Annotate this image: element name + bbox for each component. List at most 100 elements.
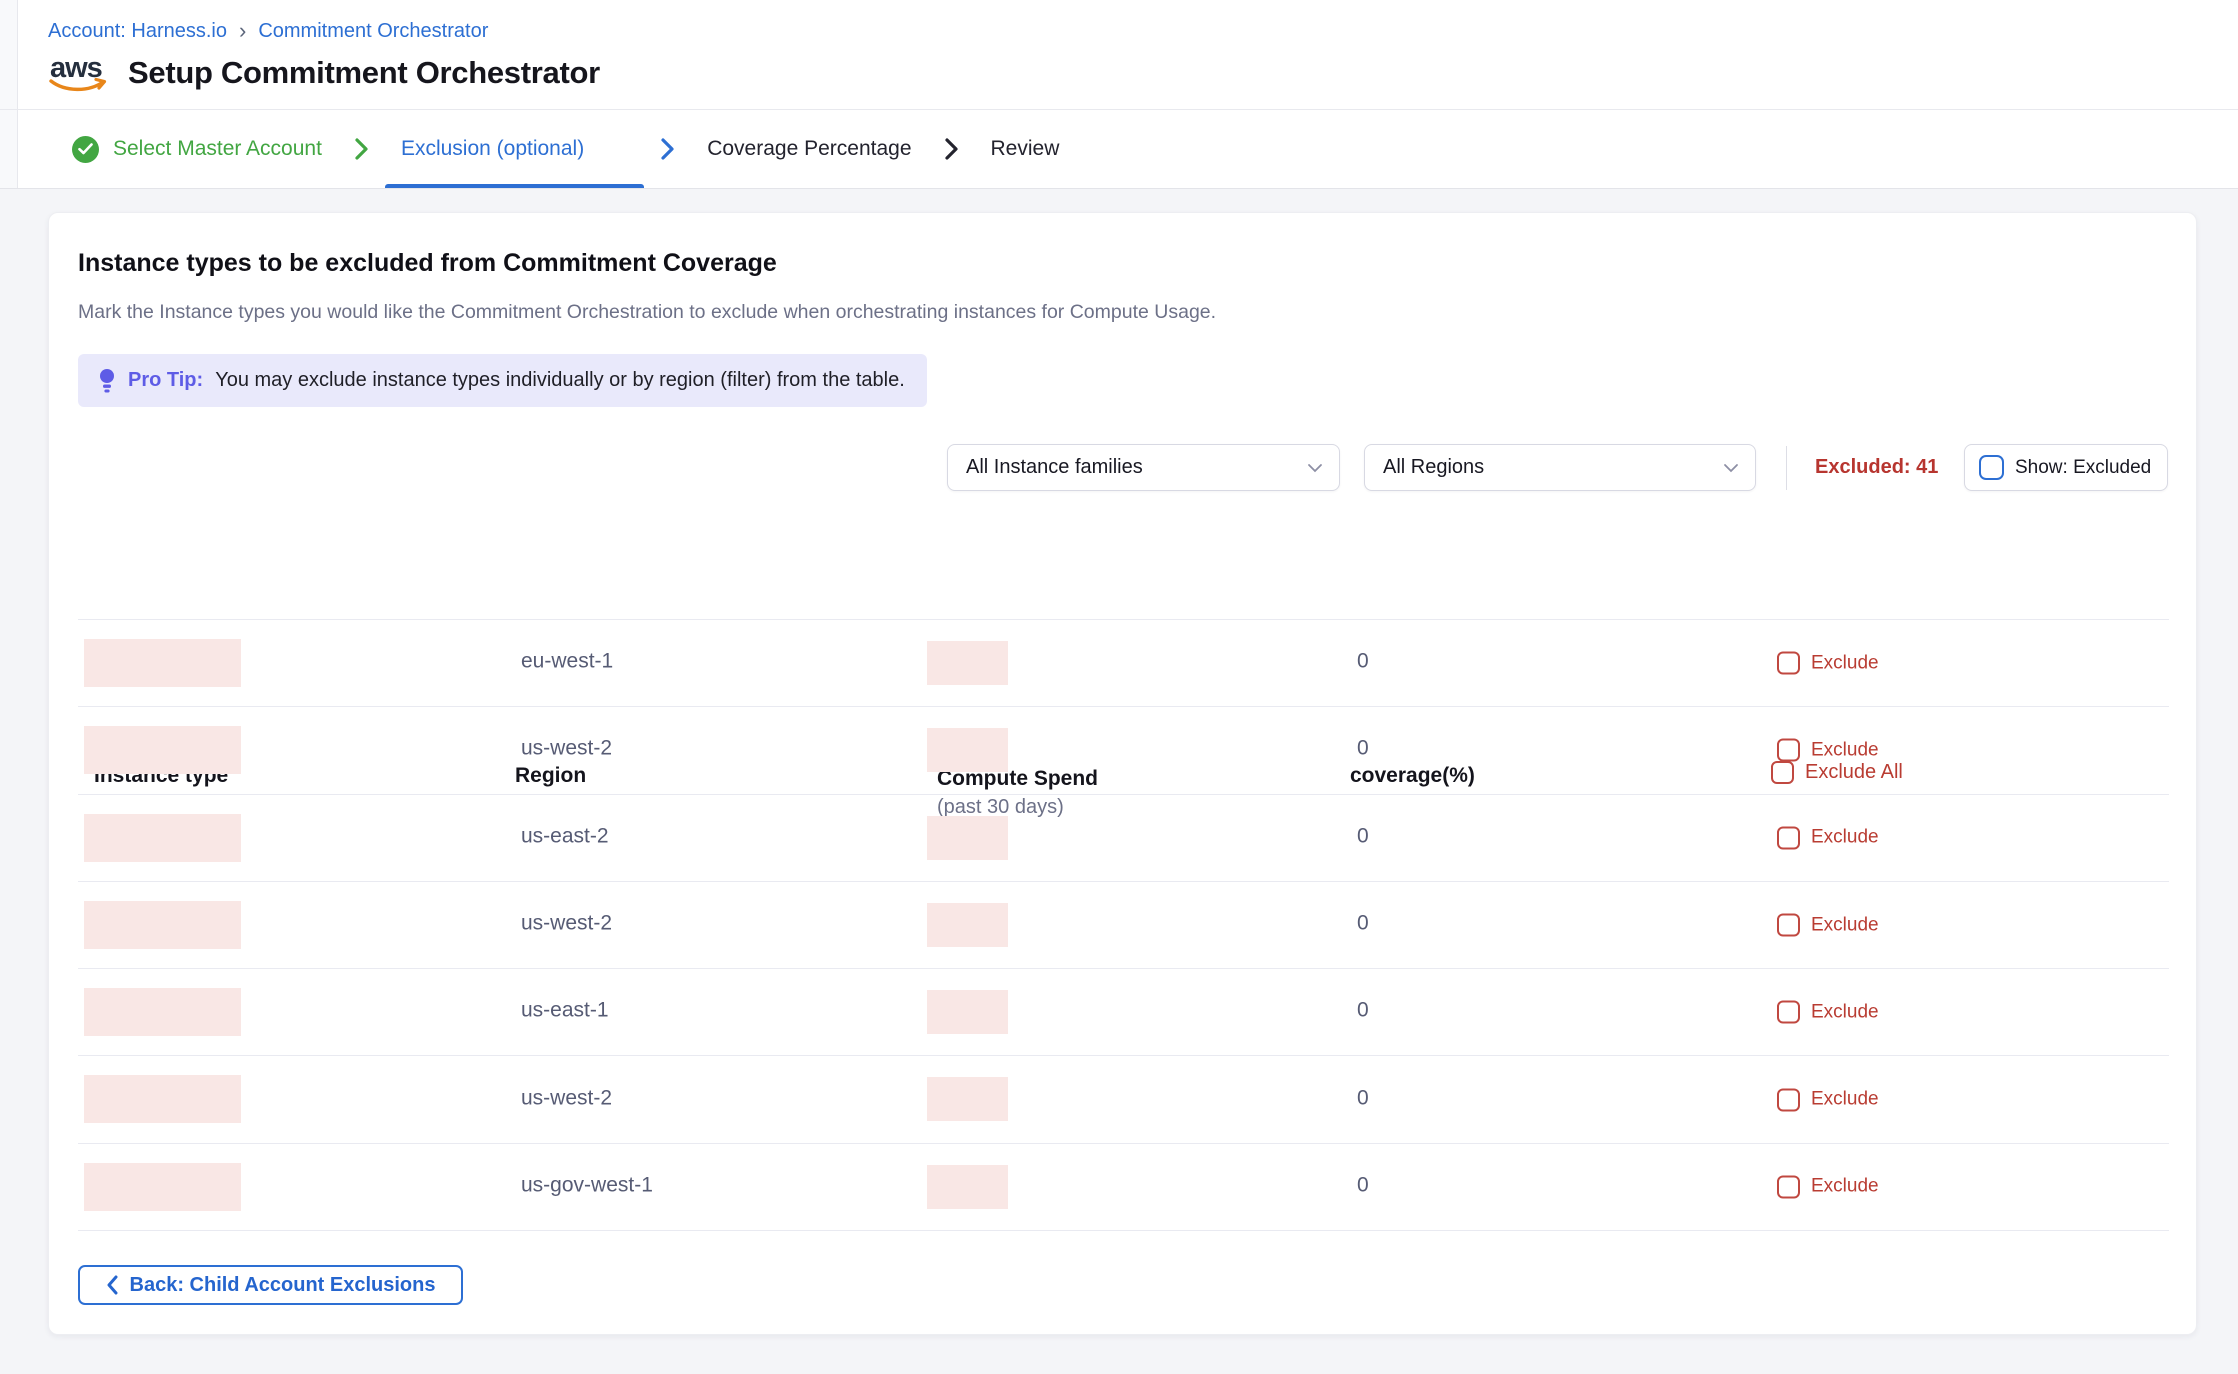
- exclude-toggle[interactable]: Exclude: [1777, 652, 1879, 675]
- chevron-down-icon: [1723, 456, 1739, 479]
- instance-families-dropdown[interactable]: All Instance families: [947, 444, 1340, 491]
- chevron-right-icon: [660, 137, 675, 161]
- panel-subheading: Mark the Instance types you would like t…: [78, 301, 1216, 324]
- table-row: us-west-2 0 Exclude: [78, 882, 2169, 969]
- region-cell: us-gov-west-1: [521, 1173, 653, 1197]
- step-label: Exclusion (optional): [401, 137, 584, 161]
- compute-spend-redacted: [927, 1165, 1008, 1209]
- filter-separator: [1786, 446, 1787, 490]
- step-label: Review: [991, 137, 1060, 161]
- coverage-cell: 0: [1357, 650, 1369, 674]
- region-cell: us-east-1: [521, 999, 609, 1023]
- exclude-checkbox[interactable]: [1777, 1175, 1800, 1198]
- table-row: us-east-1 0 Exclude: [78, 969, 2169, 1056]
- exclude-toggle[interactable]: Exclude: [1777, 1088, 1879, 1111]
- exclude-checkbox[interactable]: [1777, 1088, 1800, 1111]
- step-review[interactable]: Review: [975, 110, 1076, 188]
- exclusion-panel: Instance types to be excluded from Commi…: [48, 212, 2197, 1335]
- chevron-right-icon: [944, 137, 959, 161]
- compute-spend-redacted: [927, 641, 1008, 685]
- commitment-orchestrator-page: Account: Harness.io › Commitment Orchest…: [0, 0, 2238, 1374]
- pro-tip-banner: Pro Tip: You may exclude instance types …: [78, 354, 927, 407]
- region-cell: us-west-2: [521, 1086, 612, 1110]
- exclude-checkbox[interactable]: [1777, 914, 1800, 937]
- step-select-master-account[interactable]: Select Master Account: [56, 110, 338, 188]
- page-title: Setup Commitment Orchestrator: [128, 55, 600, 91]
- coverage-cell: 0: [1357, 1086, 1369, 1110]
- compute-spend-redacted: [927, 816, 1008, 860]
- instance-type-redacted: [84, 988, 241, 1036]
- instance-type-redacted: [84, 814, 241, 862]
- back-button[interactable]: Back: Child Account Exclusions: [78, 1265, 463, 1305]
- chevron-down-icon: [1307, 456, 1323, 479]
- instance-families-value: All Instance families: [966, 456, 1143, 479]
- step-coverage-percentage[interactable]: Coverage Percentage: [691, 110, 927, 188]
- instance-type-redacted: [84, 639, 241, 687]
- exclude-label: Exclude: [1811, 652, 1879, 674]
- instance-type-redacted: [84, 1163, 241, 1211]
- page-header: Account: Harness.io › Commitment Orchest…: [0, 0, 2238, 189]
- pro-tip-text: You may exclude instance types individua…: [215, 369, 905, 392]
- exclude-toggle[interactable]: Exclude: [1777, 1001, 1879, 1024]
- breadcrumb-separator-icon: ›: [239, 20, 246, 42]
- exclude-toggle[interactable]: Exclude: [1777, 1175, 1879, 1198]
- table-row: us-west-2 0 Exclude: [78, 707, 2169, 794]
- exclude-label: Exclude: [1811, 914, 1879, 936]
- exclude-toggle[interactable]: Exclude: [1777, 826, 1879, 849]
- step-complete-icon: [72, 136, 99, 163]
- pro-tip-label: Pro Tip:: [128, 369, 203, 392]
- regions-value: All Regions: [1383, 456, 1484, 479]
- step-label: Select Master Account: [113, 137, 322, 161]
- exclude-checkbox[interactable]: [1777, 1001, 1800, 1024]
- instance-type-redacted: [84, 726, 241, 774]
- title-row: aws Setup Commitment Orchestrator: [48, 52, 600, 94]
- instance-table-body: eu-west-1 0 Exclude us-west-2 0 Exclude …: [78, 619, 2169, 1231]
- aws-logo: aws: [48, 52, 110, 94]
- table-row: us-gov-west-1 0 Exclude: [78, 1144, 2169, 1231]
- step-exclusion[interactable]: Exclusion (optional): [385, 110, 644, 188]
- lightbulb-icon: [98, 368, 116, 394]
- left-gutter: [0, 0, 18, 189]
- exclude-checkbox[interactable]: [1777, 826, 1800, 849]
- region-cell: us-west-2: [521, 912, 612, 936]
- coverage-cell: 0: [1357, 737, 1369, 761]
- regions-dropdown[interactable]: All Regions: [1364, 444, 1756, 491]
- exclude-label: Exclude: [1811, 1089, 1879, 1111]
- coverage-cell: 0: [1357, 912, 1369, 936]
- stepper-divider: [0, 188, 2238, 189]
- exclude-label: Exclude: [1811, 827, 1879, 849]
- table-row: us-east-2 0 Exclude: [78, 795, 2169, 882]
- exclude-checkbox[interactable]: [1777, 652, 1800, 675]
- breadcrumb-account-link[interactable]: Account: Harness.io: [48, 20, 227, 43]
- exclude-toggle[interactable]: Exclude: [1777, 739, 1879, 762]
- exclude-label: Exclude: [1811, 1176, 1879, 1198]
- table-row: eu-west-1 0 Exclude: [78, 620, 2169, 707]
- aws-smile-icon: [48, 78, 108, 94]
- excluded-count: Excluded: 41: [1815, 444, 1938, 491]
- wizard-stepper: Select Master Account Exclusion (optiona…: [56, 110, 1075, 188]
- breadcrumb-page-link[interactable]: Commitment Orchestrator: [258, 20, 488, 43]
- compute-spend-redacted: [927, 1077, 1008, 1121]
- show-excluded-label: Show: Excluded: [2015, 457, 2151, 479]
- compute-spend-redacted: [927, 728, 1008, 772]
- show-excluded-toggle[interactable]: Show: Excluded: [1964, 444, 2168, 491]
- breadcrumb: Account: Harness.io › Commitment Orchest…: [48, 20, 488, 43]
- coverage-cell: 0: [1357, 1173, 1369, 1197]
- region-cell: us-east-2: [521, 824, 609, 848]
- coverage-cell: 0: [1357, 999, 1369, 1023]
- show-excluded-checkbox[interactable]: [1979, 455, 2004, 480]
- coverage-cell: 0: [1357, 824, 1369, 848]
- region-cell: us-west-2: [521, 737, 612, 761]
- compute-spend-redacted: [927, 990, 1008, 1034]
- exclude-checkbox[interactable]: [1777, 739, 1800, 762]
- instance-type-redacted: [84, 901, 241, 949]
- region-cell: eu-west-1: [521, 650, 613, 674]
- back-button-label: Back: Child Account Exclusions: [130, 1274, 436, 1297]
- compute-spend-redacted: [927, 903, 1008, 947]
- chevron-left-icon: [106, 1275, 118, 1295]
- step-label: Coverage Percentage: [707, 137, 911, 161]
- chevron-right-icon: [354, 137, 369, 161]
- instance-type-redacted: [84, 1075, 241, 1123]
- table-row: us-west-2 0 Exclude: [78, 1056, 2169, 1143]
- exclude-toggle[interactable]: Exclude: [1777, 914, 1879, 937]
